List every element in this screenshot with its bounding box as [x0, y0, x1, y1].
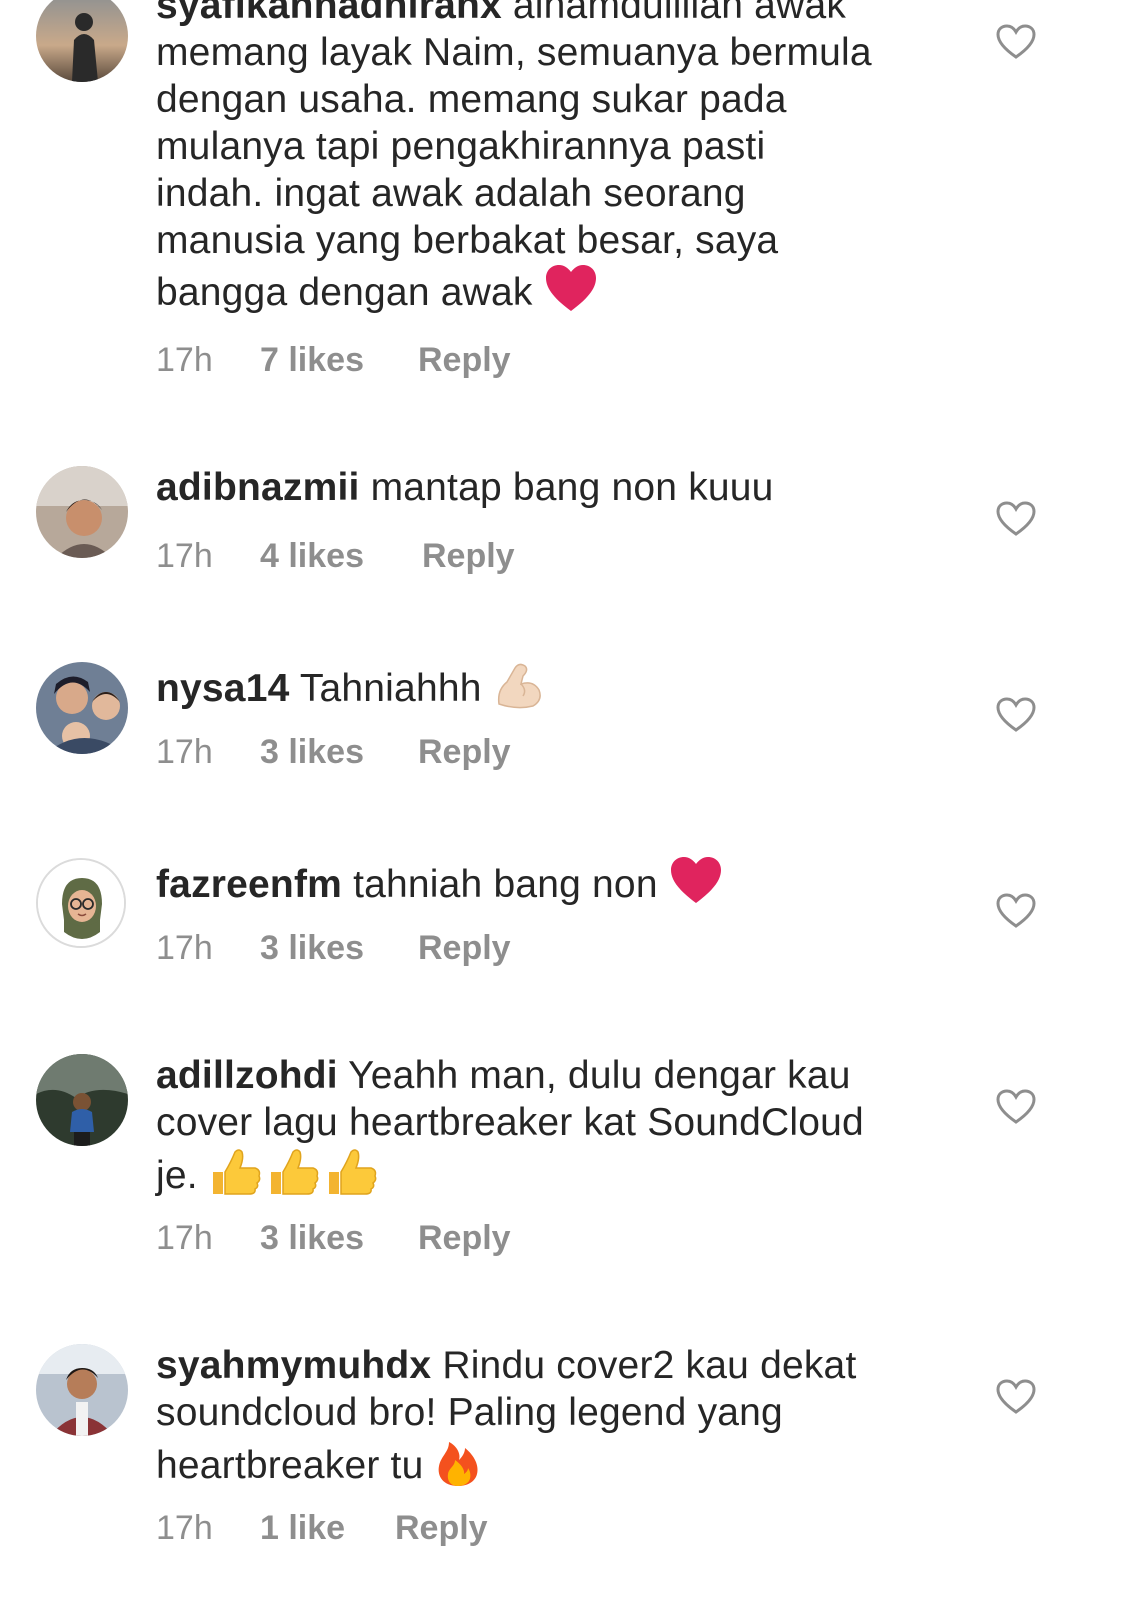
- comment-text-fragment: tahniah bang non: [342, 862, 658, 906]
- likes-count[interactable]: 3 likes: [260, 732, 364, 772]
- comment-timestamp: 17h: [156, 1509, 213, 1547]
- comment-text-fragment: Tahniahhh: [289, 666, 482, 710]
- comment-username[interactable]: adibnazmii: [156, 466, 360, 509]
- comment-username[interactable]: adillzohdi: [156, 1054, 338, 1097]
- comment-timestamp: 17h: [156, 733, 213, 771]
- reply-button[interactable]: Reply: [418, 928, 511, 968]
- comment-line: cover lagu heartbreaker kat SoundCloud: [156, 1101, 864, 1144]
- avatar[interactable]: [36, 1344, 128, 1436]
- likes-count[interactable]: 4 likes: [260, 536, 364, 576]
- reply-button[interactable]: Reply: [418, 732, 511, 772]
- comment-username[interactable]: syahmymuhdx: [156, 1344, 431, 1387]
- avatar[interactable]: [36, 0, 128, 82]
- like-heart-icon[interactable]: [996, 501, 1036, 537]
- comment-username[interactable]: fazreenfm: [156, 863, 342, 906]
- likes-count[interactable]: 7 likes: [260, 340, 364, 380]
- like-heart-icon[interactable]: [996, 893, 1036, 929]
- comment-line: dengan usaha. memang sukar pada: [156, 78, 787, 121]
- comment-text-fragment: Yeahh man, dulu dengar kau: [337, 1054, 851, 1097]
- comment-text: adillzohdi Yeahh man, dulu dengar kau co…: [156, 1052, 946, 1209]
- avatar[interactable]: [36, 466, 128, 558]
- comment-line: soundcloud bro! Paling legend yang: [156, 1391, 783, 1434]
- like-heart-icon[interactable]: [996, 697, 1036, 733]
- like-heart-icon[interactable]: [996, 24, 1036, 60]
- avatar[interactable]: [36, 858, 126, 948]
- likes-count[interactable]: 1 like: [260, 1508, 345, 1548]
- comment-username[interactable]: syafikahnadhirahx: [156, 0, 502, 27]
- red-heart-emoji-icon: [544, 264, 598, 325]
- comment-username[interactable]: nysa14: [156, 667, 289, 710]
- red-heart-emoji-icon: [669, 856, 723, 917]
- comment-text: adibnazmii mantap bang non kuuu: [156, 464, 946, 511]
- comment-text: nysa14 Tahniahhh: [156, 660, 946, 721]
- comment-text: fazreenfm tahniah bang non: [156, 856, 946, 917]
- like-heart-icon[interactable]: [996, 1379, 1036, 1415]
- flexed-biceps-emoji-icon: [493, 660, 545, 721]
- comment-line: indah. ingat awak adalah seorang: [156, 172, 746, 215]
- comment-line: bangga dengan awak: [156, 270, 533, 314]
- likes-count[interactable]: 3 likes: [260, 928, 364, 968]
- comment-line: je.: [156, 1153, 198, 1197]
- reply-button[interactable]: Reply: [418, 340, 511, 380]
- comment-text: syafikahnadhirahx alhamdulillah awak mem…: [156, 0, 946, 325]
- comment-line: mulanya tapi pengakhirannya pasti: [156, 125, 766, 168]
- reply-button[interactable]: Reply: [418, 1218, 511, 1258]
- avatar[interactable]: [36, 662, 128, 754]
- reply-button[interactable]: Reply: [395, 1508, 488, 1548]
- comment-text-fragment: mantap bang non kuuu: [359, 466, 774, 509]
- comment-text-fragment: Rindu cover2 kau dekat: [431, 1344, 857, 1387]
- comment-line: memang layak Naim, semuanya bermula: [156, 31, 872, 74]
- thumbs-up-emoji-icon: [209, 1146, 385, 1209]
- comment-timestamp: 17h: [156, 929, 213, 967]
- comment-line: manusia yang berbakat besar, saya: [156, 219, 779, 262]
- comment-line: heartbreaker tu: [156, 1443, 424, 1487]
- likes-count[interactable]: 3 likes: [260, 1218, 364, 1258]
- like-heart-icon[interactable]: [996, 1089, 1036, 1125]
- comment-text: syahmymuhdx Rindu cover2 kau dekat sound…: [156, 1342, 946, 1499]
- reply-button[interactable]: Reply: [422, 536, 515, 576]
- comment-timestamp: 17h: [156, 537, 213, 575]
- comment-text-fragment: alhamdulillah awak: [501, 0, 847, 27]
- avatar[interactable]: [36, 1054, 128, 1146]
- comment-timestamp: 17h: [156, 1219, 213, 1257]
- fire-emoji-icon: [435, 1436, 481, 1499]
- comment-timestamp: 17h: [156, 341, 213, 379]
